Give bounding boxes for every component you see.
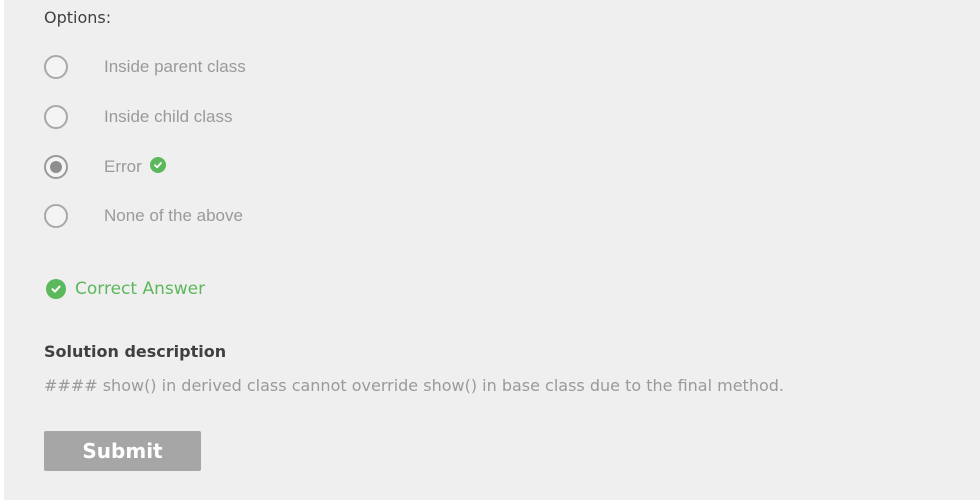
solution-title: Solution description <box>44 342 227 361</box>
option-none-of-the-above[interactable]: None of the above <box>44 203 243 229</box>
radio-button-selected[interactable] <box>44 155 68 179</box>
radio-dot <box>50 161 62 173</box>
radio-button[interactable] <box>44 204 68 228</box>
quiz-panel: Options: Inside parent class Inside chil… <box>4 0 980 500</box>
result-message: Correct Answer <box>46 279 205 299</box>
option-label: None of the above <box>104 206 243 225</box>
result-text: Correct Answer <box>75 279 206 299</box>
options-label: Options: <box>44 8 112 27</box>
solution-text: #### show() in derived class cannot over… <box>44 376 784 395</box>
option-label: Inside parent class <box>104 57 246 76</box>
check-circle-icon <box>149 157 166 173</box>
radio-button[interactable] <box>44 55 68 79</box>
radio-button[interactable] <box>44 105 68 129</box>
option-inside-parent-class[interactable]: Inside parent class <box>44 54 246 80</box>
check-circle-icon <box>46 279 66 299</box>
option-inside-child-class[interactable]: Inside child class <box>44 104 233 130</box>
option-error[interactable]: Error <box>44 154 166 180</box>
option-label: Error <box>104 157 142 176</box>
option-label: Inside child class <box>104 107 233 126</box>
submit-button[interactable]: Submit <box>44 431 201 471</box>
